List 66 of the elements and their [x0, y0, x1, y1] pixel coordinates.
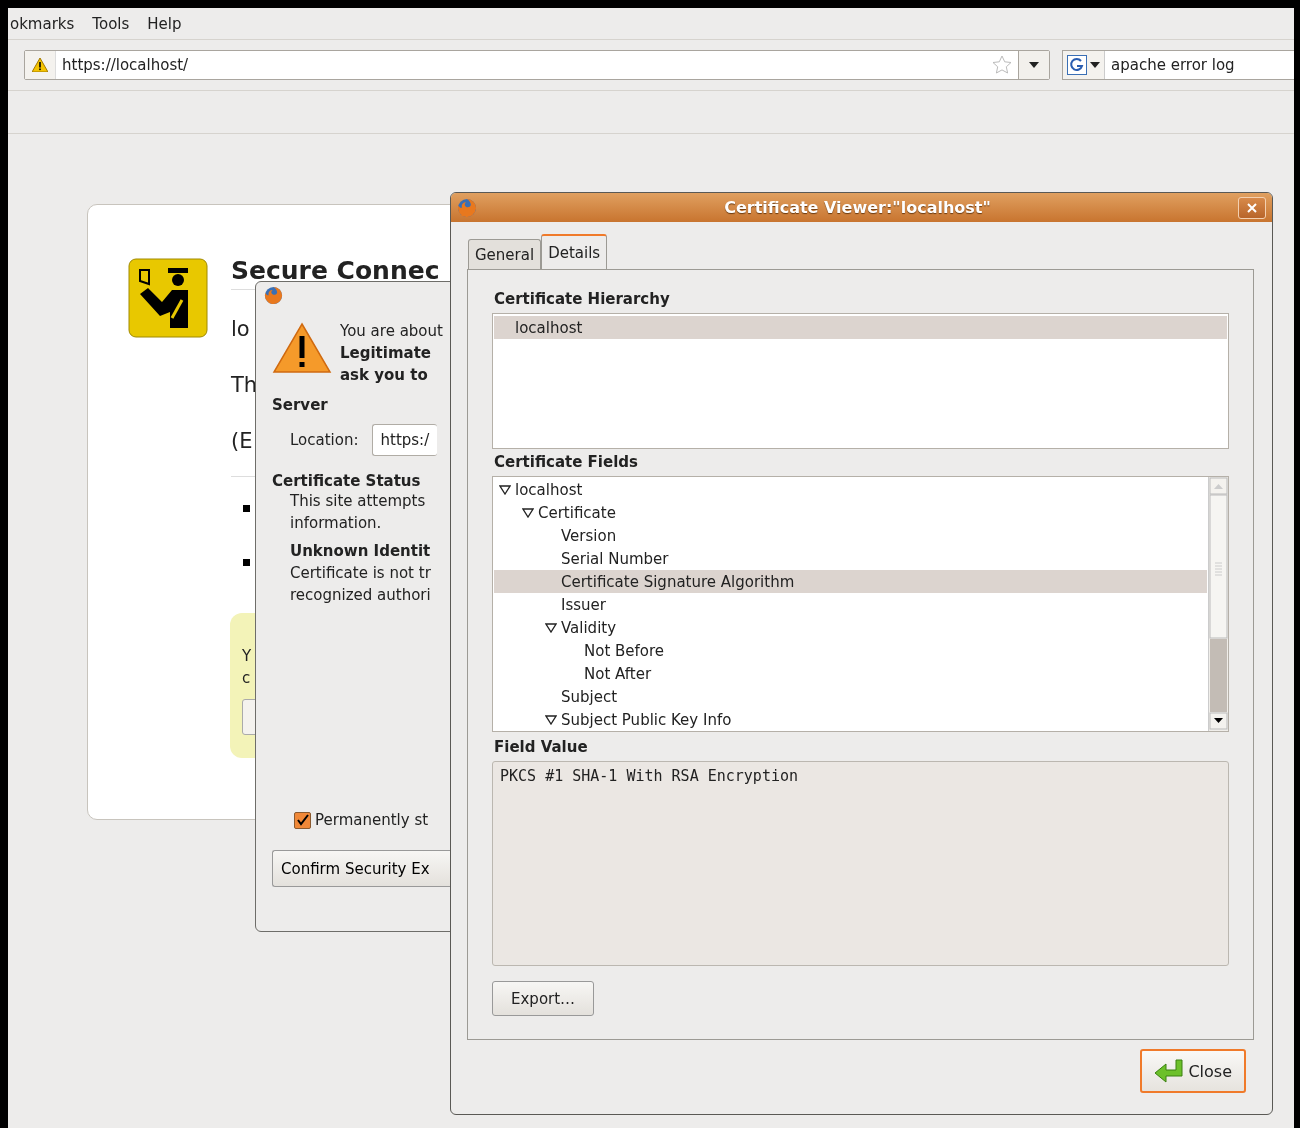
return-arrow-icon	[1154, 1059, 1185, 1083]
paragraph-text: lo	[231, 316, 250, 343]
browser-logo-icon	[264, 286, 283, 305]
star-icon[interactable]	[992, 55, 1012, 75]
caret-icon	[1090, 62, 1100, 68]
bullet-icon	[243, 559, 250, 566]
close-icon	[1247, 202, 1257, 213]
expanded-triangle-icon[interactable]	[499, 484, 511, 495]
checkbox[interactable]	[294, 811, 311, 829]
close-button[interactable]: Close	[1140, 1049, 1246, 1093]
tab[interactable]: General	[468, 239, 542, 269]
bullet-icon	[243, 505, 250, 512]
tree-row[interactable]: Issuer	[494, 593, 1207, 616]
location-field[interactable]: https:/	[371, 424, 438, 456]
tree-row[interactable]: Not Before	[494, 639, 1207, 662]
section-heading: Certificate Status	[272, 472, 422, 490]
scrollbar[interactable]	[1208, 477, 1228, 731]
tree-row[interactable]: localhost	[494, 478, 1207, 501]
section-heading: Server	[272, 396, 329, 414]
warning-icon	[272, 322, 332, 374]
tree-row[interactable]: Version	[494, 524, 1207, 547]
expanded-triangle-icon[interactable]	[522, 507, 534, 518]
warning-icon	[32, 58, 48, 72]
warning-text: Legitimate	[340, 344, 433, 362]
field-label: Location:	[290, 431, 359, 449]
search-engine-button[interactable]	[1063, 51, 1105, 79]
notice-text: Y	[242, 646, 252, 667]
tree-row[interactable]: Subject Public Key Info	[494, 708, 1207, 731]
tree-row[interactable]: Subject	[494, 685, 1207, 708]
expanded-triangle-icon[interactable]	[545, 714, 557, 725]
close-button[interactable]	[1238, 196, 1266, 219]
dropdown-button[interactable]	[1018, 51, 1049, 79]
menu-item[interactable]: Tools	[92, 14, 130, 33]
paragraph-text: (E	[231, 428, 253, 455]
issue-text: recognized authori	[290, 585, 432, 606]
tab[interactable]: Details	[541, 234, 608, 269]
issue-text: Certificate is not tr	[290, 563, 432, 584]
search-engine-icon	[1067, 55, 1087, 75]
section-heading: Field Value	[494, 738, 589, 756]
tree-row[interactable]: Not After	[494, 662, 1207, 685]
tree-row[interactable]: Certificate Signature Algorithm	[494, 570, 1207, 593]
search-field[interactable]: apache error log	[1062, 50, 1294, 80]
status-text: information.	[290, 513, 383, 534]
paragraph-text: Th	[231, 372, 258, 399]
address-field[interactable]: https://localhost/	[24, 50, 1050, 80]
section-heading: Certificate Hierarchy	[494, 290, 671, 308]
window-title: Certificate Viewer:"localhost"	[723, 198, 992, 217]
issue-heading: Unknown Identit	[290, 541, 432, 562]
notice-text: c	[242, 668, 251, 689]
browser-logo-icon	[457, 197, 477, 218]
tree-row[interactable]: Certificate	[494, 501, 1207, 524]
field-value-text: PKCS #1 SHA-1 With RSA Encryption	[500, 767, 798, 785]
caret-icon	[1029, 62, 1039, 68]
border-guard-icon	[128, 258, 208, 338]
checkbox-label: Permanently st	[315, 811, 429, 829]
section-heading: Certificate Fields	[494, 453, 639, 471]
status-text: This site attempts	[290, 491, 427, 512]
menu-item[interactable]: okmarks	[10, 14, 75, 33]
export-button[interactable]: Export…	[492, 981, 595, 1016]
intro-text: You are about	[340, 322, 443, 340]
tree-row[interactable]: Validity	[494, 616, 1207, 639]
list-item[interactable]: localhost	[494, 316, 1227, 339]
expanded-triangle-icon[interactable]	[545, 622, 557, 633]
warning-text: ask you to	[340, 366, 429, 384]
menu-item[interactable]: Help	[147, 14, 182, 33]
tree-row[interactable]: Serial Number	[494, 547, 1207, 570]
